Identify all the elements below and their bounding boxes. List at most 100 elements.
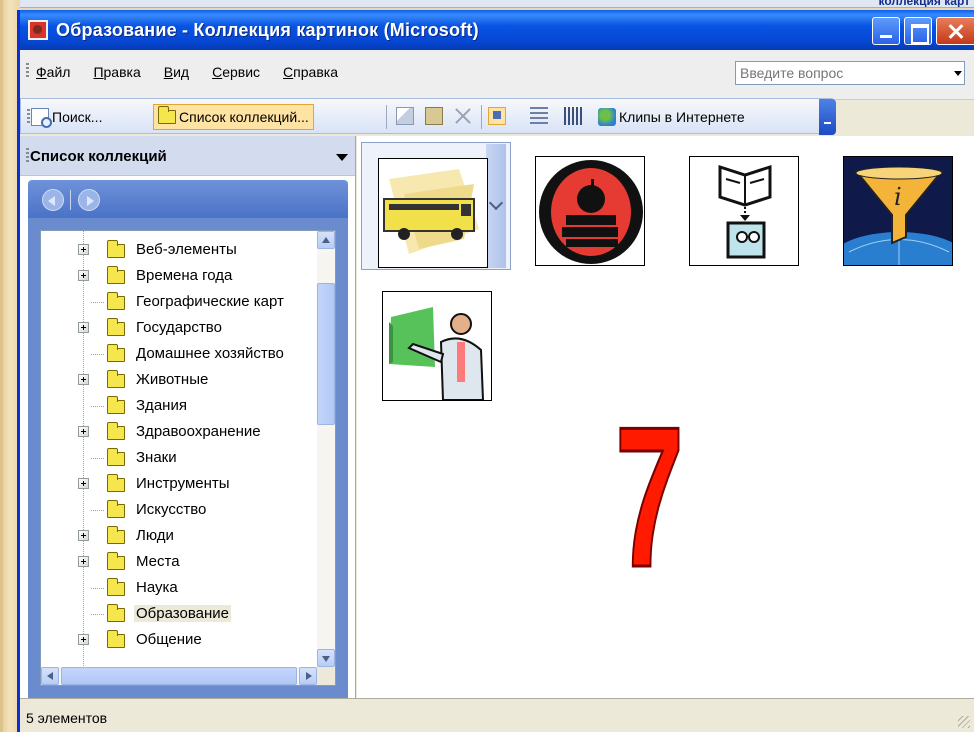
book-reader-clip[interactable]	[689, 156, 799, 266]
scroll-right-button[interactable]	[299, 667, 317, 685]
scroll-down-button[interactable]	[317, 649, 335, 667]
expand-plus-icon[interactable]	[78, 634, 89, 645]
delete-icon[interactable]	[453, 107, 471, 125]
expand-plus-icon[interactable]	[78, 374, 89, 385]
menu-help[interactable]: Справка	[283, 64, 338, 80]
tree-item[interactable]: Веб-элементы	[41, 237, 317, 263]
nav-separator	[70, 190, 71, 210]
tree-item[interactable]: Наука	[41, 575, 317, 601]
expand-plus-icon[interactable]	[78, 556, 89, 567]
folder-icon	[107, 578, 125, 596]
tree-item[interactable]: Государство	[41, 315, 317, 341]
teacher-chalkboard-clip[interactable]	[382, 291, 492, 401]
list-view-icon[interactable]	[530, 107, 548, 125]
clip-menu-dropdown[interactable]	[486, 144, 506, 268]
school-bus-clip[interactable]	[378, 158, 488, 268]
expand-plus-icon[interactable]	[78, 322, 89, 333]
chevron-down-icon[interactable]	[336, 154, 348, 161]
task-pane: Список коллекций Веб-элементы Времена год…	[20, 136, 356, 698]
toolbar-separator	[386, 105, 387, 129]
tree-item[interactable]: Искусство	[41, 497, 317, 523]
horizontal-scrollbar[interactable]	[41, 667, 317, 685]
tree-item-label: Здания	[136, 397, 187, 414]
search-button[interactable]: Поиск...	[31, 104, 102, 130]
paste-icon[interactable]	[425, 107, 443, 125]
expand-plus-icon[interactable]	[78, 270, 89, 281]
menu-edit[interactable]: Правка	[93, 64, 140, 80]
window-title: Образование - Коллекция картинок (Micros…	[56, 19, 479, 40]
menubar-grip[interactable]	[26, 63, 29, 79]
menu-view[interactable]: Вид	[164, 64, 189, 80]
folder-icon	[107, 448, 125, 466]
tree-item[interactable]: Общение	[41, 627, 317, 653]
folder-icon	[107, 396, 125, 414]
scroll-up-button[interactable]	[317, 231, 335, 249]
folder-icon	[107, 474, 125, 492]
status-bar: 5 элементов	[20, 698, 974, 732]
web-clips-button[interactable]: Клипы в Интернете	[598, 104, 745, 130]
title-bar[interactable]: Образование - Коллекция картинок (Micros…	[20, 10, 974, 50]
tree-item[interactable]: Знаки	[41, 445, 317, 471]
details-view-icon[interactable]	[564, 107, 582, 125]
minimize-button[interactable]	[872, 17, 900, 45]
horizontal-scroll-thumb[interactable]	[61, 667, 297, 685]
maximize-button[interactable]	[904, 17, 932, 45]
menu-file[interactable]: Файл	[36, 64, 70, 80]
tree-item-label: Времена года	[136, 267, 233, 284]
ask-question-input[interactable]: Введите вопрос	[735, 61, 965, 85]
folder-icon	[107, 630, 125, 648]
tree-item[interactable]: Времена года	[41, 263, 317, 289]
toolbar-options-button[interactable]	[819, 99, 836, 135]
close-button[interactable]	[936, 17, 974, 45]
school-bus-icon	[383, 169, 479, 254]
collection-list-button[interactable]: Список коллекций...	[153, 104, 314, 130]
menu-items: Файл Правка Вид Сервис Справка	[36, 64, 338, 80]
tree-connector	[91, 588, 105, 589]
toolbar-grip[interactable]	[27, 109, 30, 125]
vertical-scroll-thumb[interactable]	[317, 283, 335, 425]
vertical-scrollbar[interactable]	[317, 231, 335, 667]
tree-item[interactable]: Места	[41, 549, 317, 575]
collection-tree[interactable]: Веб-элементы Времена года Географические к…	[40, 230, 336, 686]
tree-item[interactable]: Здания	[41, 393, 317, 419]
expand-plus-icon[interactable]	[78, 478, 89, 489]
info-funnel-clip[interactable]: i	[843, 156, 953, 266]
app-icon[interactable]	[28, 20, 48, 40]
tree-item[interactable]: Инструменты	[41, 471, 317, 497]
collection-tree-list: Веб-элементы Времена года Географические к…	[41, 237, 317, 653]
tree-connector	[91, 354, 105, 355]
tree-connector	[91, 510, 105, 511]
tree-item[interactable]: Здравоохранение	[41, 419, 317, 445]
tree-item[interactable]: Географические карт	[41, 289, 317, 315]
tree-item[interactable]: Животные	[41, 367, 317, 393]
apple-books-clip[interactable]	[535, 156, 645, 266]
menu-bar: Файл Правка Вид Сервис Справка Введите в…	[20, 50, 974, 100]
teacher-chalkboard-icon	[389, 307, 485, 400]
tree-item-label: Государство	[136, 319, 222, 336]
scroll-left-button[interactable]	[41, 667, 59, 685]
expand-plus-icon[interactable]	[78, 426, 89, 437]
resize-grip[interactable]	[958, 716, 970, 728]
forward-arrow-icon[interactable]	[78, 189, 100, 211]
folder-icon	[107, 604, 125, 622]
expand-plus-icon[interactable]	[78, 530, 89, 541]
tree-item[interactable]: Люди	[41, 523, 317, 549]
task-pane-grip[interactable]	[26, 148, 29, 164]
back-arrow-icon[interactable]	[42, 189, 64, 211]
clip-organizer-window: Образование - Коллекция картинок (Micros…	[17, 10, 974, 732]
copy-icon[interactable]	[396, 107, 414, 125]
folder-icon	[107, 552, 125, 570]
clip-results-area: i 7	[357, 136, 974, 698]
tree-item[interactable]: Домашнее хозяйство	[41, 341, 317, 367]
thumbnails-view-icon[interactable]	[488, 107, 506, 125]
folder-icon	[107, 526, 125, 544]
tree-item[interactable]: Образование	[41, 601, 317, 627]
menu-tools[interactable]: Сервис	[212, 64, 260, 80]
chevron-down-icon[interactable]	[954, 71, 962, 76]
tree-item-label: Инструменты	[136, 475, 230, 492]
tree-item-label: Животные	[136, 371, 209, 388]
ask-question-placeholder: Введите вопрос	[740, 65, 844, 81]
collection-list-button-label: Список коллекций...	[179, 109, 309, 125]
expand-plus-icon[interactable]	[78, 244, 89, 255]
folder-icon	[107, 344, 125, 362]
